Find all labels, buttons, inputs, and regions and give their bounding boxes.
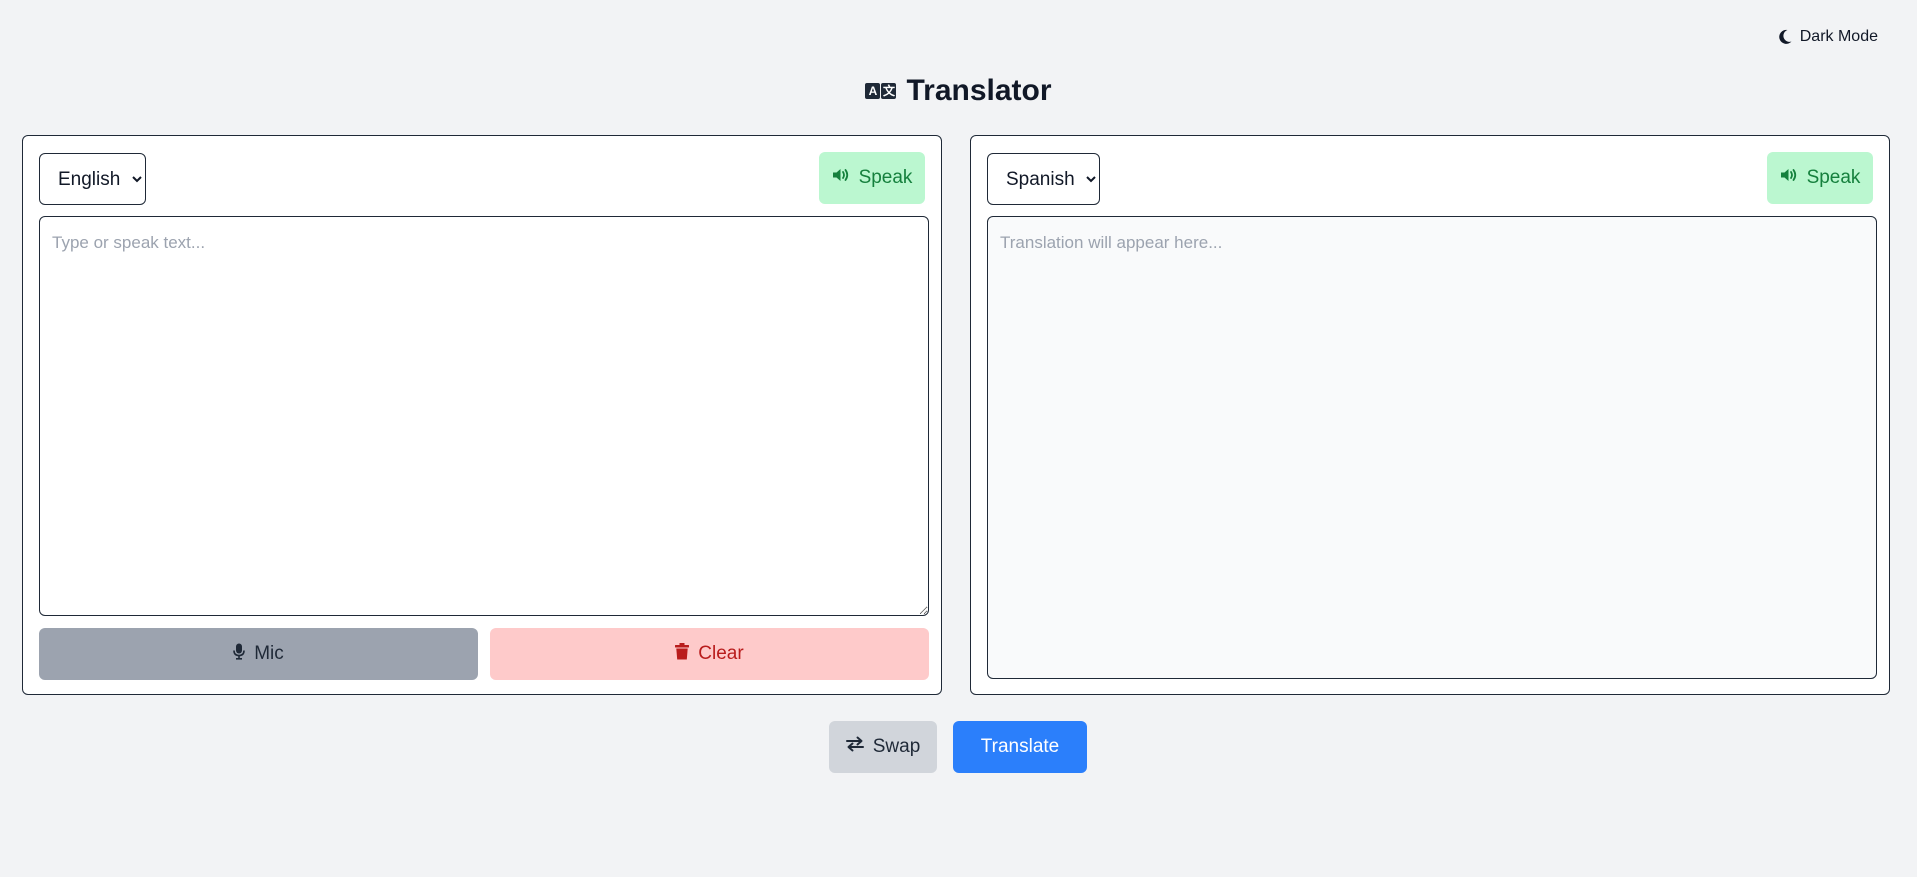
source-speak-button[interactable]: Speak bbox=[819, 152, 925, 204]
moon-icon bbox=[1778, 29, 1792, 45]
source-panel: English Speak Mic bbox=[22, 135, 942, 695]
source-text-input[interactable] bbox=[39, 216, 929, 616]
target-speak-button[interactable]: Speak bbox=[1767, 152, 1873, 204]
mic-label: Mic bbox=[254, 643, 284, 664]
swap-button[interactable]: Swap bbox=[829, 721, 937, 773]
speaker-icon bbox=[832, 167, 850, 189]
trash-icon bbox=[675, 642, 690, 666]
swap-label: Swap bbox=[872, 736, 921, 757]
page-title-row: A文 Translator bbox=[0, 74, 1917, 108]
translation-output[interactable] bbox=[987, 216, 1877, 679]
mic-button[interactable]: Mic bbox=[39, 628, 478, 680]
target-language-select[interactable]: Spanish bbox=[987, 153, 1100, 205]
clear-label: Clear bbox=[698, 643, 744, 664]
target-panel: Spanish Speak bbox=[970, 135, 1890, 695]
translate-icon: A文 bbox=[865, 83, 897, 99]
page-title: Translator bbox=[906, 74, 1052, 107]
target-speak-label: Speak bbox=[1806, 167, 1861, 188]
clear-button[interactable]: Clear bbox=[490, 628, 929, 680]
dark-mode-label: Dark Mode bbox=[1799, 28, 1878, 45]
translate-button[interactable]: Translate bbox=[953, 721, 1087, 773]
source-language-select[interactable]: English bbox=[39, 153, 146, 205]
dark-mode-toggle[interactable]: Dark Mode bbox=[1778, 28, 1878, 46]
source-speak-label: Speak bbox=[858, 167, 913, 188]
microphone-icon bbox=[233, 643, 246, 666]
speaker-icon bbox=[1780, 167, 1798, 189]
swap-arrows-icon bbox=[845, 736, 864, 758]
